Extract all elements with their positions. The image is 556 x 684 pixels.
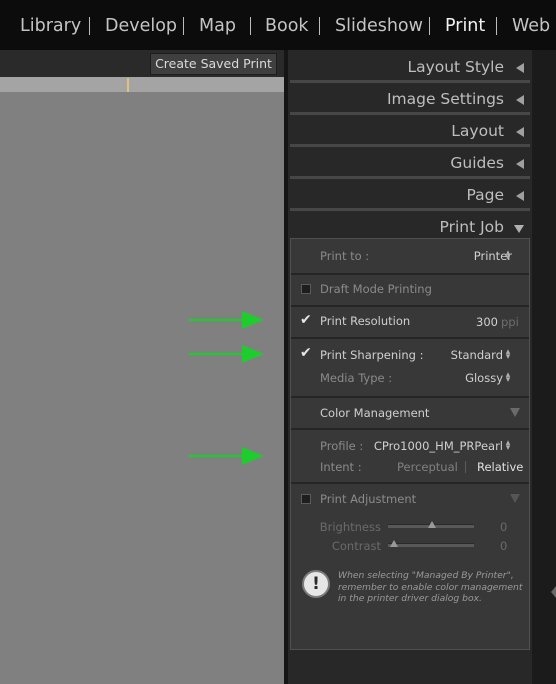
triangle-down-icon[interactable] bbox=[510, 408, 520, 417]
module-separator bbox=[183, 17, 184, 35]
arrow-icon bbox=[189, 311, 264, 329]
media-type-label: Media Type : bbox=[320, 371, 393, 385]
warning-icon: ! bbox=[302, 570, 330, 598]
panel-header-guides[interactable]: Guides bbox=[290, 148, 530, 178]
section-divider bbox=[291, 273, 529, 275]
section-divider bbox=[291, 482, 529, 484]
print-sharpening-checkbox[interactable]: ✔ bbox=[300, 346, 314, 360]
panel-title: Guides bbox=[450, 154, 504, 172]
module-book[interactable]: Book bbox=[265, 16, 309, 36]
color-management-title[interactable]: Color Management bbox=[320, 406, 429, 420]
intent-separator bbox=[465, 461, 466, 473]
panel-title: Image Settings bbox=[386, 90, 504, 108]
module-library[interactable]: Library bbox=[20, 16, 81, 36]
panel-header-image-settings[interactable]: Image Settings bbox=[290, 84, 530, 114]
brightness-slider-thumb[interactable] bbox=[428, 521, 436, 528]
stepper-arrows-icon: ▴ ▾ bbox=[505, 438, 511, 453]
print-to-label: Print to : bbox=[320, 249, 370, 263]
section-divider bbox=[291, 428, 529, 430]
print-sharpening-label: Print Sharpening : bbox=[320, 348, 424, 362]
intent-label: Intent : bbox=[320, 460, 362, 474]
panel-title: Layout Style bbox=[407, 58, 504, 76]
panel-divider bbox=[290, 208, 530, 211]
print-preview-area bbox=[0, 92, 284, 684]
module-separator bbox=[429, 17, 430, 35]
contrast-label: Contrast bbox=[331, 539, 381, 553]
collapse-triangle-icon[interactable] bbox=[551, 586, 556, 598]
triangle-left-icon bbox=[516, 127, 524, 137]
intent-perceptual[interactable]: Perceptual bbox=[397, 460, 458, 474]
module-develop[interactable]: Develop bbox=[105, 16, 177, 36]
module-separator bbox=[319, 17, 320, 35]
triangle-left-icon bbox=[516, 95, 524, 105]
section-divider bbox=[291, 396, 529, 398]
module-separator bbox=[89, 17, 90, 35]
module-separator bbox=[496, 17, 497, 35]
panel-divider bbox=[290, 144, 530, 147]
print-adjustment-checkbox[interactable] bbox=[301, 494, 311, 504]
media-type-select[interactable]: Glossy bbox=[465, 371, 503, 385]
triangle-left-icon bbox=[516, 63, 524, 73]
triangle-down-icon[interactable] bbox=[510, 494, 520, 503]
draft-mode-label: Draft Mode Printing bbox=[320, 282, 432, 296]
contrast-slider-track[interactable] bbox=[388, 543, 474, 547]
module-map[interactable]: Map bbox=[199, 16, 236, 36]
print-resolution-value[interactable]: 300 bbox=[476, 315, 498, 329]
contrast-slider-thumb[interactable] bbox=[390, 540, 398, 547]
triangle-left-icon bbox=[516, 159, 524, 169]
panel-title: Layout bbox=[451, 122, 504, 140]
intent-relative[interactable]: Relative bbox=[477, 460, 523, 474]
panel-header-layout-style[interactable]: Layout Style bbox=[290, 52, 530, 82]
profile-label: Profile : bbox=[320, 439, 364, 453]
stepper-arrows-icon: ▴ ▾ bbox=[505, 347, 511, 362]
panel-title: Page bbox=[466, 186, 504, 204]
panel-divider bbox=[290, 80, 530, 83]
module-print[interactable]: Print bbox=[445, 16, 485, 36]
arrow-icon bbox=[189, 447, 264, 465]
triangle-left-icon bbox=[516, 191, 524, 201]
ruler bbox=[0, 77, 284, 92]
triangle-down-icon bbox=[514, 225, 524, 233]
panel-title: Print Job bbox=[439, 218, 504, 236]
module-web[interactable]: Web bbox=[512, 16, 550, 36]
print-adjustment-label: Print Adjustment bbox=[320, 492, 417, 506]
panel-header-layout[interactable]: Layout bbox=[290, 116, 530, 146]
panel-divider bbox=[290, 176, 530, 179]
arrow-icon bbox=[189, 345, 264, 363]
brightness-value: 0 bbox=[500, 520, 508, 534]
print-resolution-label: Print Resolution bbox=[320, 314, 411, 328]
brightness-label: Brightness bbox=[319, 520, 381, 534]
print-resolution-checkbox[interactable]: ✔ bbox=[300, 313, 314, 327]
profile-select[interactable]: CPro1000_HM_PRPearl bbox=[374, 439, 503, 453]
color-management-notice: When selecting "Managed By Printer", rem… bbox=[338, 570, 523, 604]
section-divider bbox=[291, 305, 529, 307]
create-saved-print-button[interactable]: Create Saved Print bbox=[150, 53, 277, 75]
print-sharpening-select[interactable]: Standard bbox=[451, 348, 503, 362]
ruler-marker bbox=[127, 78, 129, 92]
module-slideshow[interactable]: Slideshow bbox=[335, 16, 423, 36]
section-divider bbox=[291, 337, 529, 339]
panel-divider bbox=[290, 112, 530, 115]
stepper-arrows-icon: ▴ ▾ bbox=[505, 370, 511, 385]
contrast-value: 0 bbox=[500, 539, 508, 553]
stepper-arrows-icon: ▴ ▾ bbox=[505, 248, 511, 263]
panel-header-page[interactable]: Page bbox=[290, 180, 530, 210]
ppi-unit: ppi bbox=[501, 315, 519, 329]
draft-mode-checkbox[interactable] bbox=[301, 284, 311, 294]
module-separator bbox=[250, 17, 251, 35]
module-picker: Library Develop Map Book Slideshow Print… bbox=[0, 0, 556, 50]
